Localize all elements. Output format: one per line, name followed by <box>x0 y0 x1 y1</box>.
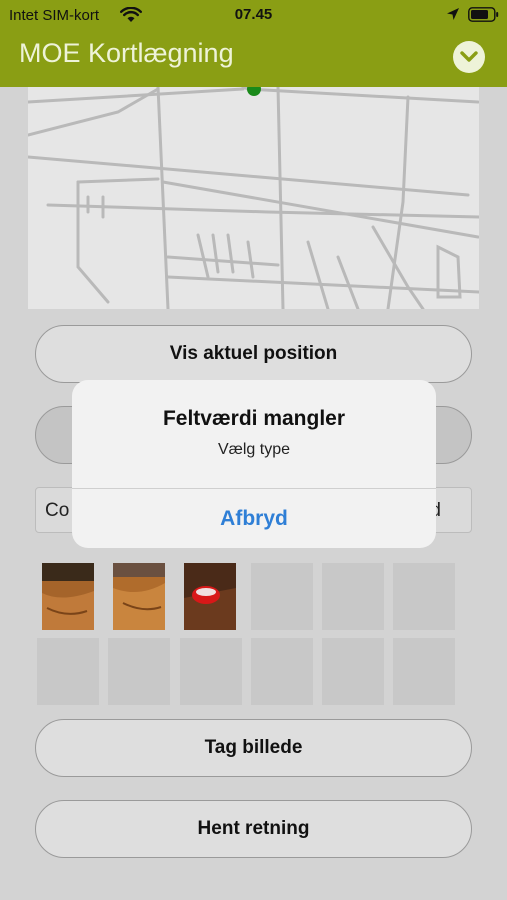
get-direction-label: Hent retning <box>197 818 310 839</box>
photo-thumbnail[interactable] <box>42 563 94 630</box>
alert-title: Feltværdi mangler <box>162 407 346 430</box>
location-dot <box>247 87 261 96</box>
map-view[interactable] <box>28 87 479 309</box>
type-field-left-text: Co <box>45 500 70 521</box>
cancel-button[interactable]: Afbryd <box>72 489 436 548</box>
photo-slot-empty[interactable] <box>322 563 384 630</box>
app-header: MOE Kortlægning <box>0 30 507 87</box>
alert-dialog: Feltværdi mangler Vælg type Afbryd <box>72 380 436 548</box>
location-arrow-icon <box>447 8 459 20</box>
photo-slot-empty[interactable] <box>251 638 313 705</box>
photo-slot-empty[interactable] <box>393 638 455 705</box>
photo-slot-empty[interactable] <box>108 638 170 705</box>
alert-message: Vælg type <box>217 441 291 458</box>
photo-thumbnail[interactable] <box>184 563 236 630</box>
take-photo-button[interactable]: Tag billede <box>35 719 472 777</box>
take-photo-label: Tag billede <box>204 737 303 758</box>
photo-slot-empty[interactable] <box>251 563 313 630</box>
battery-icon <box>468 7 499 22</box>
app-title: MOE Kortlægning <box>19 38 234 68</box>
photo-slot-empty[interactable] <box>322 638 384 705</box>
menu-button[interactable] <box>453 41 485 73</box>
clock: 07.45 <box>234 6 273 23</box>
show-position-label: Vis aktuel position <box>169 343 338 364</box>
get-direction-button[interactable]: Hent retning <box>35 800 472 858</box>
show-position-button[interactable]: Vis aktuel position <box>35 325 472 383</box>
chevron-down-icon <box>460 51 478 62</box>
photo-slot-empty[interactable] <box>393 563 455 630</box>
photo-slot-empty[interactable] <box>180 638 242 705</box>
status-bar: Intet SIM-kort 07.45 <box>0 0 507 30</box>
photo-thumbnail[interactable] <box>113 563 165 630</box>
photo-slot-empty[interactable] <box>37 638 99 705</box>
